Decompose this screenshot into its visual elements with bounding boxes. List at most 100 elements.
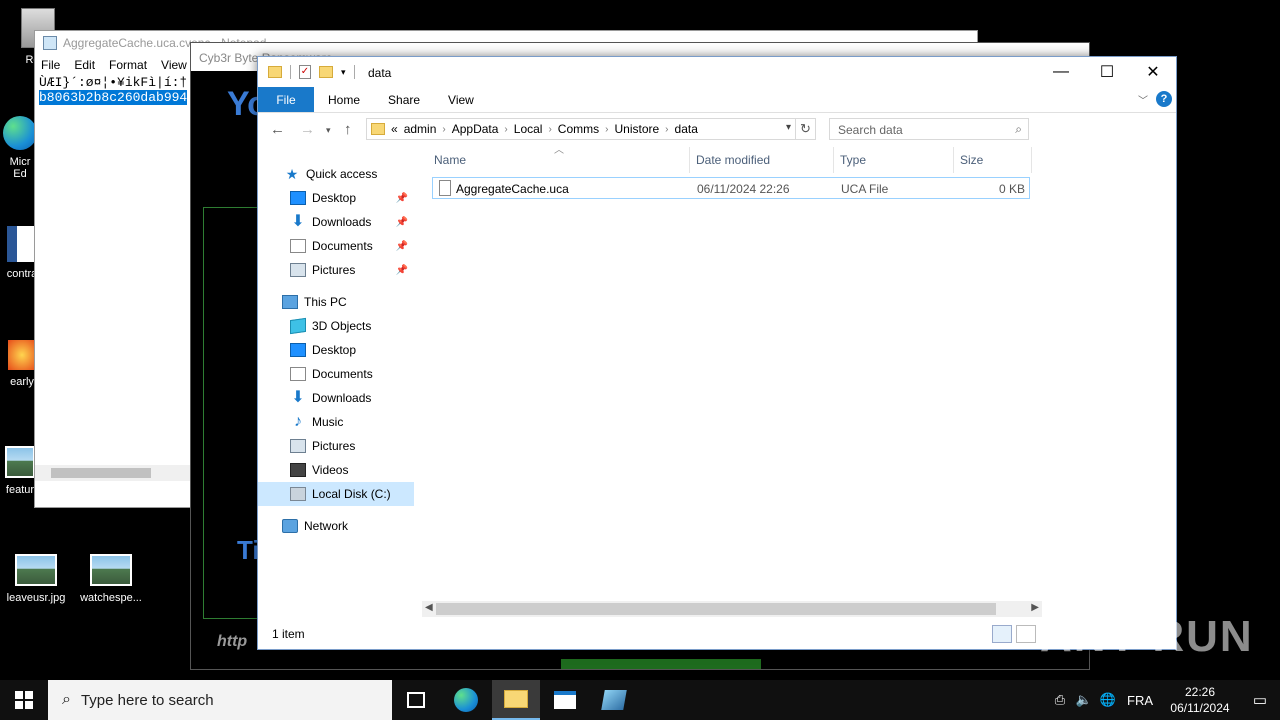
- breadcrumb-unistore[interactable]: Unistore: [608, 122, 665, 136]
- scrollbar-thumb[interactable]: [436, 603, 996, 615]
- nav-local-disk[interactable]: Local Disk (C:): [258, 482, 414, 506]
- nav-quick-documents[interactable]: Documents 📌: [258, 234, 414, 258]
- customize-toolbar-chevron-icon[interactable]: ▾: [341, 67, 346, 78]
- desktop-icon-watchespe[interactable]: watchespe...: [73, 554, 149, 604]
- nav-quick-downloads[interactable]: ⬇ Downloads 📌: [258, 210, 414, 234]
- search-input[interactable]: Search data ⌕: [829, 118, 1029, 140]
- file-icon: [439, 180, 451, 196]
- nav-label: Network: [304, 519, 349, 533]
- help-icon[interactable]: ?: [1156, 91, 1172, 107]
- scroll-left-arrow-icon[interactable]: ◀: [425, 602, 433, 613]
- nav-videos[interactable]: Videos: [258, 458, 414, 482]
- desktop-icon-leaveusr[interactable]: leaveusr.jpg: [0, 554, 74, 604]
- taskbar-notepad[interactable]: [590, 680, 638, 720]
- address-bar[interactable]: « admin › AppData › Local › Comms › Unistore…: [366, 118, 816, 140]
- back-arrow-icon[interactable]: ←: [270, 121, 285, 138]
- notification-icon[interactable]: ▭: [1240, 691, 1280, 709]
- large-icons-view-icon[interactable]: [1016, 625, 1036, 643]
- close-button[interactable]: ✕: [1130, 57, 1176, 87]
- start-button[interactable]: [0, 680, 48, 720]
- status-bar: 1 item: [258, 619, 1176, 649]
- tab-home[interactable]: Home: [314, 87, 374, 112]
- column-header-type[interactable]: Type: [834, 147, 954, 173]
- nav-desktop[interactable]: Desktop: [258, 338, 414, 362]
- nav-downloads[interactable]: ⬇ Downloads: [258, 386, 414, 410]
- volume-icon[interactable]: 🔈: [1072, 692, 1096, 708]
- taskbar-edge[interactable]: [442, 680, 490, 720]
- address-dropdown-chevron-icon[interactable]: ▾: [786, 122, 791, 133]
- breadcrumb-appdata[interactable]: AppData: [446, 122, 505, 136]
- nav-label: Music: [312, 415, 344, 429]
- column-header-size[interactable]: Size: [954, 147, 1032, 173]
- breadcrumb-data[interactable]: data: [669, 122, 704, 136]
- task-view-button[interactable]: [392, 680, 440, 720]
- ribbon-tabs: File Home Share View ﹀ ?: [258, 87, 1176, 113]
- recent-locations-chevron-icon[interactable]: ▾: [326, 125, 331, 136]
- nav-3d-objects[interactable]: 3D Objects: [258, 314, 414, 338]
- taskbar-file-explorer[interactable]: [492, 680, 540, 720]
- file-explorer-window[interactable]: ✓ ▾ data — ☐ ✕ File Home Share View ﹀ ? …: [257, 56, 1177, 650]
- meet-now-icon[interactable]: ⎙: [1048, 692, 1072, 708]
- nav-label: Downloads: [312, 391, 372, 405]
- notepad-horizontal-scrollbar[interactable]: [35, 465, 191, 481]
- notepad-icon: [43, 36, 57, 50]
- up-arrow-icon[interactable]: ↑: [344, 121, 352, 138]
- network-icon: [282, 519, 298, 533]
- column-label: Name: [434, 153, 467, 167]
- ransom-link[interactable]: http: [217, 633, 247, 651]
- search-placeholder: Search data: [838, 123, 903, 137]
- maximize-button[interactable]: ☐: [1084, 57, 1130, 87]
- nav-network[interactable]: Network: [258, 514, 414, 538]
- minimize-button[interactable]: —: [1038, 57, 1084, 87]
- notepad-line-2-selected: b8063b2b8c260dab994: [39, 90, 188, 105]
- file-size: 0 KB: [998, 182, 1025, 196]
- videos-icon: [290, 463, 306, 477]
- item-count: 1 item: [272, 627, 305, 641]
- menu-format[interactable]: Format: [109, 58, 147, 72]
- column-header-name[interactable]: Name: [428, 147, 690, 173]
- language-indicator[interactable]: FRA: [1120, 693, 1160, 708]
- properties-icon[interactable]: ✓: [299, 65, 311, 79]
- breadcrumb-admin[interactable]: admin: [398, 122, 443, 136]
- word-document-icon: [7, 226, 37, 262]
- taskbar-app-window[interactable]: [541, 680, 589, 720]
- clock[interactable]: 22:26 06/11/2024: [1160, 684, 1240, 716]
- tab-share[interactable]: Share: [374, 87, 434, 112]
- nav-documents[interactable]: Documents: [258, 362, 414, 386]
- column-header-date[interactable]: Date modified: [690, 147, 834, 173]
- nav-music[interactable]: ♪ Music: [258, 410, 414, 434]
- computer-icon: [282, 295, 298, 309]
- nav-pictures[interactable]: Pictures: [258, 434, 414, 458]
- details-view-icon[interactable]: [992, 625, 1012, 643]
- breadcrumb-comms[interactable]: Comms: [552, 122, 605, 136]
- refresh-icon[interactable]: ↻: [795, 119, 815, 139]
- search-icon: ⌕: [62, 691, 71, 708]
- nav-quick-pictures[interactable]: Pictures 📌: [258, 258, 414, 282]
- horizontal-scrollbar[interactable]: ◀ ▶: [422, 601, 1042, 617]
- expand-ribbon-chevron-icon[interactable]: ﹀: [1138, 92, 1148, 107]
- file-name: AggregateCache.uca: [456, 182, 569, 196]
- nav-quick-access[interactable]: ★ Quick access: [258, 162, 414, 186]
- nav-quick-desktop[interactable]: Desktop 📌: [258, 186, 414, 210]
- breadcrumb-overflow[interactable]: «: [391, 122, 398, 136]
- clock-date: 06/11/2024: [1170, 701, 1230, 715]
- tab-view[interactable]: View: [434, 87, 488, 112]
- taskbar-search-box[interactable]: ⌕ Type here to search: [48, 680, 392, 720]
- nav-this-pc[interactable]: This PC: [258, 290, 414, 314]
- menu-edit[interactable]: Edit: [74, 58, 95, 72]
- table-row[interactable]: AggregateCache.uca 06/11/2024 22:26 UCA …: [432, 177, 1030, 199]
- scroll-right-arrow-icon[interactable]: ▶: [1031, 602, 1039, 613]
- scrollbar-thumb[interactable]: [51, 468, 151, 478]
- file-list[interactable]: ︿ Name Date modified Type Size Aggregate…: [428, 145, 1032, 609]
- menu-file[interactable]: File: [41, 58, 60, 72]
- image-thumbnail-icon: [90, 554, 132, 586]
- breadcrumb-local[interactable]: Local: [508, 122, 549, 136]
- new-folder-icon[interactable]: [319, 66, 333, 78]
- tab-file[interactable]: File: [258, 87, 314, 112]
- menu-view[interactable]: View: [161, 58, 187, 72]
- explorer-titlebar[interactable]: ✓ ▾ data — ☐ ✕: [258, 57, 1176, 87]
- network-globe-icon[interactable]: 🌐: [1096, 692, 1120, 708]
- download-icon: ⬇: [291, 389, 305, 406]
- nav-label: Quick access: [306, 167, 378, 181]
- forward-arrow-icon[interactable]: →: [300, 121, 315, 138]
